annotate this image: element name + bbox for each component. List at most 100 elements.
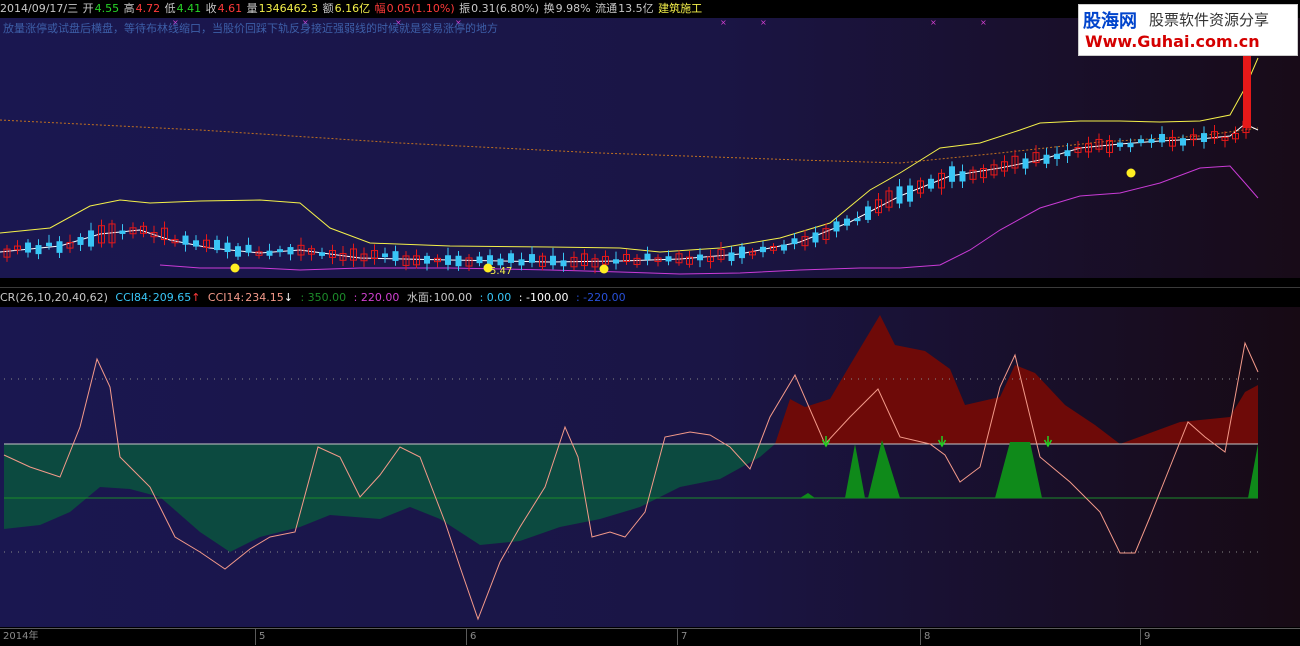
candle-bear (665, 256, 672, 262)
volume-value: 1346462.3 (258, 2, 319, 15)
indicator-chart-panel[interactable] (0, 307, 1300, 627)
level-220: : 220.00 (353, 291, 400, 304)
candle-bear (1159, 133, 1165, 143)
axis-label-jul: 7 (677, 629, 687, 645)
low-label: 低 (164, 2, 176, 15)
candle-bear (697, 254, 703, 261)
water-label: 水面: (406, 291, 433, 304)
candle-bear (791, 238, 798, 245)
price-marker: 5.47 (490, 266, 512, 277)
logo-slogan: 股票软件资源分享 (1149, 11, 1270, 29)
cci84-value: 209.65 (152, 291, 192, 304)
candle-bear (77, 237, 84, 245)
float-value: 13.5亿 (618, 2, 654, 15)
candle-bear (224, 242, 231, 253)
x-tick-mark: × (930, 18, 937, 27)
logo-url: Www.Guhai.com.cn (1085, 32, 1260, 51)
candle-bear (760, 246, 766, 253)
candle-bear (193, 240, 199, 247)
candle-bear (1043, 154, 1050, 164)
high-value: 4.72 (135, 2, 161, 15)
cci14-label: CCI14: (207, 291, 245, 304)
level-neg220: : -220.00 (575, 291, 626, 304)
level-0: : 0.00 (479, 291, 512, 304)
candle-bear (739, 246, 745, 259)
candle-bear (487, 255, 493, 265)
quote-date: 2014/09/17/三 (0, 2, 79, 15)
candle-bear (266, 250, 273, 256)
indicator-header: CR(26,10,20,40,62) CCI84:209.65↑ CCI14:2… (0, 289, 1300, 306)
open-label: 开 (82, 2, 94, 15)
candle-bear (812, 232, 819, 243)
axis-label-aug: 8 (920, 629, 930, 645)
candle-bear (613, 259, 619, 264)
panel-divider (0, 287, 1300, 288)
up-arrow-icon: ↑ (191, 291, 201, 304)
water-value: 100.00 (433, 291, 473, 304)
kline-chart-panel[interactable]: ×××××××××× 5.47 $ (0, 18, 1300, 291)
axis-label-may: 5 (255, 629, 265, 645)
candle-bear (445, 255, 451, 265)
candle-bear (959, 171, 966, 182)
amplitude-value: 0.31(6.80%) (471, 2, 540, 15)
signal-dot (230, 263, 240, 273)
last-candle (1243, 54, 1251, 128)
open-value: 4.55 (94, 2, 120, 15)
turnover-value: 9.98% (555, 2, 591, 15)
down-arrow-icon: ↓ (283, 291, 293, 304)
candle-bear (508, 253, 514, 263)
signal-dot (1126, 168, 1136, 178)
volume-label: 量 (246, 2, 258, 15)
candle-bear (1064, 150, 1071, 157)
close-label: 收 (205, 2, 217, 15)
candle-bear (529, 254, 535, 263)
turnover-label: 换 (543, 2, 555, 15)
candle-bear (497, 258, 504, 266)
candle-bear (182, 235, 189, 245)
candle-bear (1054, 153, 1060, 160)
candle-bear (1180, 138, 1186, 146)
kline-chart[interactable]: ×××××××××× 5.47 $ (0, 18, 1300, 291)
candle-bear (245, 244, 252, 253)
candle-bear (46, 242, 52, 247)
candle-bear (550, 255, 556, 266)
candle-bear (865, 206, 871, 220)
sector-name[interactable]: 建筑施工 (658, 2, 702, 15)
axis-label-sep: 9 (1140, 629, 1150, 645)
x-tick-mark: × (980, 18, 987, 27)
strategy-hint: 放量涨停或试盘后横盘，等待布林线缩口，当股价回踩下轨反身接近强弱线的时候就是容易… (3, 22, 498, 35)
change-label: 幅 (374, 2, 386, 15)
candle-bear (518, 259, 525, 266)
candle-bear (844, 218, 850, 226)
amplitude-label: 振 (459, 2, 471, 15)
float-label: 流通 (595, 2, 618, 15)
candle-bear (319, 252, 325, 256)
candle-bear (1148, 139, 1155, 143)
candle-bear (1127, 142, 1134, 148)
candle-bear (728, 252, 735, 261)
cci84-label: CCI84: (115, 291, 152, 304)
candle-bear (392, 251, 399, 261)
candle-bear (854, 218, 861, 222)
candle-bear (382, 253, 388, 258)
indicator-name[interactable]: CR(26,10,20,40,62) (0, 291, 108, 304)
candle-bear (949, 166, 955, 182)
amount-value: 6.16亿 (334, 2, 371, 15)
candle-bear (277, 249, 283, 253)
close-value: 4.61 (217, 2, 243, 15)
candle-bear (833, 221, 840, 232)
time-axis: 2014年 5 6 7 8 9 (0, 628, 1300, 646)
axis-label-jun: 6 (466, 629, 476, 645)
candle-bear (235, 246, 241, 257)
amount-label: 额 (322, 2, 334, 15)
candle-bear (424, 255, 430, 264)
low-value: 4.41 (176, 2, 202, 15)
x-tick-mark: × (720, 18, 727, 27)
indicator-chart[interactable] (0, 307, 1300, 627)
kline-background (0, 18, 1300, 278)
logo: 股海网 股票软件资源分享 Www.Guhai.com.cn (1078, 4, 1298, 56)
candle-bear (907, 185, 913, 202)
candle-bear (1022, 158, 1029, 169)
level-350: : 350.00 (300, 291, 347, 304)
cci14-value: 234.15 (245, 291, 284, 304)
